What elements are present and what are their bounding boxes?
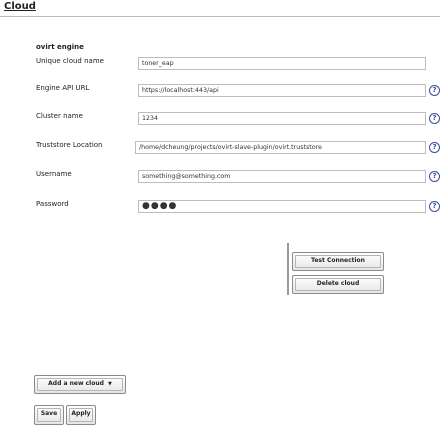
test-connection-button[interactable]: Test Connection (292, 252, 384, 271)
password-label: Password (36, 200, 69, 208)
cluster-name-label: Cluster name (36, 112, 83, 120)
apply-label: Apply (71, 410, 91, 417)
save-label: Save (40, 410, 58, 417)
delete-cloud-label: Delete cloud (316, 280, 360, 287)
username-help-icon[interactable]: ? (429, 171, 440, 182)
cluster-name-field[interactable]: 1234 (138, 112, 426, 125)
username-label: Username (36, 170, 72, 178)
chevron-down-icon: ▼ (107, 381, 112, 387)
password-help-icon[interactable]: ? (429, 201, 440, 212)
username-field[interactable]: something@something.com (138, 170, 426, 183)
truststore-field[interactable]: /home/dcheung/projects/ovirt-slave-plugi… (135, 141, 426, 154)
add-cloud-text: Add a new cloud (48, 380, 104, 387)
password-field[interactable]: ●●●● (138, 200, 426, 213)
apply-button[interactable]: Apply (66, 405, 96, 425)
cluster-name-help-icon[interactable]: ? (429, 113, 440, 124)
api-url-help-icon[interactable]: ? (429, 85, 440, 96)
test-connection-label: Test Connection (311, 257, 365, 264)
cloud-name-label: Unique cloud name (36, 57, 104, 65)
delete-cloud-button[interactable]: Delete cloud (292, 275, 384, 294)
add-cloud-button[interactable]: Add a new cloud ▼ (34, 375, 126, 394)
api-url-field[interactable]: https://localhost:443/api (138, 84, 426, 97)
truststore-help-icon[interactable]: ? (429, 142, 440, 153)
add-cloud-label: Add a new cloud ▼ (35, 376, 125, 392)
save-button[interactable]: Save (34, 405, 64, 425)
button-group-bar (287, 243, 289, 295)
engine-header: ovirt engine (36, 43, 84, 51)
truststore-label: Truststore Location (36, 141, 103, 149)
section-title: Cloud (4, 1, 36, 12)
api-url-label: Engine API URL (36, 84, 90, 92)
section-divider (0, 16, 440, 17)
cloud-name-field[interactable]: toner_eap (138, 57, 426, 70)
